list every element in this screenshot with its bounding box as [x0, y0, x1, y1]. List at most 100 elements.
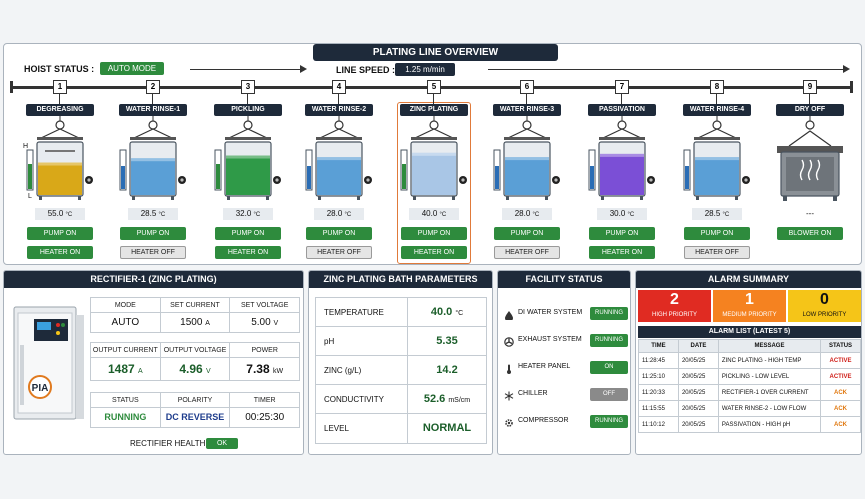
- alarm-msg: ZINC PLATING - HIGH TEMP: [717, 352, 822, 369]
- alarm-time: 11:25:10: [638, 368, 679, 385]
- tank-temperature: 28.0 °C: [502, 208, 552, 220]
- bath-parameter-value-cell: 52.6 mS/cm: [408, 385, 486, 413]
- station-number: 8: [710, 80, 724, 94]
- power-value: 7.38: [246, 362, 270, 376]
- bath-parameter-unit: mS/cm: [448, 397, 471, 404]
- output-current-value: 1487: [107, 362, 135, 376]
- heater-toggle-button[interactable]: HEATER OFF: [684, 246, 750, 259]
- medium-priority-counter[interactable]: 1 MEDIUM PRIORITY: [713, 290, 786, 322]
- station-7[interactable]: 7 PASSIVATION 30.0 °C PUMP ON HEATER ON: [585, 80, 659, 265]
- line-speed-value: 1.25 m/min: [395, 63, 455, 76]
- facility-status-badge[interactable]: RUNNING: [590, 307, 628, 320]
- station-6[interactable]: 6 WATER RINSE-3 28.0 °C PUMP ON HEATER OFF: [490, 80, 564, 265]
- station-9[interactable]: 9 DRY OFF --- BLOWER ON: [773, 80, 847, 265]
- station-5[interactable]: 5 ZINC PLATING 40.0 °C PUMP ON HEATER ON: [397, 80, 471, 265]
- bath-parameter-name: pH: [316, 327, 408, 355]
- heater-toggle-button[interactable]: HEATER ON: [27, 246, 93, 259]
- alarm-time: 11:20:33: [638, 384, 679, 401]
- station-1[interactable]: 1 DEGREASING H L 55.0 °C PUMP ON HEATER ON: [23, 80, 97, 265]
- alarm-column-header: MESSAGE: [717, 339, 822, 353]
- heater-toggle-button[interactable]: HEATER ON: [401, 246, 467, 259]
- heater-toggle-button[interactable]: HEATER ON: [215, 246, 281, 259]
- temperature-unit: °C: [532, 212, 540, 218]
- hoist-hook-icon: [334, 120, 344, 130]
- pump-toggle-button[interactable]: PUMP ON: [27, 227, 93, 240]
- station-number: 6: [520, 80, 534, 94]
- high-priority-counter[interactable]: 2 HIGH PRIORITY: [638, 290, 711, 322]
- heater-toggle-button[interactable]: HEATER OFF: [494, 246, 560, 259]
- gauge-high-label: H: [23, 143, 28, 150]
- alarm-row[interactable]: 11:28:45 20/05/25 ZINC PLATING - HIGH TEMP…: [638, 352, 861, 369]
- pump-toggle-button[interactable]: PUMP ON: [684, 227, 750, 240]
- set-current-value: 1500: [180, 317, 203, 328]
- fan-icon: [504, 334, 514, 352]
- facility-item: EXHAUST SYSTEM RUNNING: [504, 334, 628, 348]
- level-gauge-fill: [590, 166, 594, 189]
- alarm-panel-title: ALARM SUMMARY: [636, 271, 861, 288]
- timer-label: TIMER: [230, 393, 300, 408]
- rectifier-cabinet-image: PIA: [13, 306, 84, 420]
- alarm-row[interactable]: 11:25:10 20/05/25 PICKLING - LOW LEVEL ACTI…: [638, 368, 861, 385]
- high-priority-count: 2: [670, 291, 679, 308]
- facility-status-badge[interactable]: RUNNING: [590, 415, 628, 428]
- status-value: RUNNING: [104, 412, 147, 422]
- tank-liquid: [38, 162, 82, 195]
- level-gauge-fill: [402, 164, 406, 189]
- tank-temperature: 40.0 °C: [409, 208, 459, 220]
- output-current-label: OUTPUT CURRENT: [91, 343, 160, 358]
- pump-toggle-button[interactable]: PUMP ON: [306, 227, 372, 240]
- temperature-unit: °C: [439, 212, 447, 218]
- alarm-status: ACTIVE: [820, 368, 861, 385]
- pump-toggle-button[interactable]: PUMP ON: [401, 227, 467, 240]
- pump-toggle-button[interactable]: PUMP ON: [215, 227, 281, 240]
- tank-temperature: 55.0 °C: [35, 208, 85, 220]
- rectifier-status-grid: STATUS RUNNING POLARITY DC REVERSE TIMER 00…: [90, 392, 300, 428]
- hoist-hook-icon: [522, 120, 532, 130]
- output-current-unit: A: [138, 368, 143, 375]
- facility-status-badge[interactable]: RUNNING: [590, 334, 628, 347]
- temperature-value: 40.0: [421, 209, 438, 218]
- temperature-value: 55.0: [47, 209, 64, 218]
- bath-parameter-name: TEMPERATURE: [316, 298, 408, 326]
- hoist-status-label: HOIST STATUS :: [24, 64, 95, 74]
- blower-toggle-button[interactable]: BLOWER ON: [777, 227, 843, 240]
- temperature-unit: °C: [65, 212, 73, 218]
- heater-toggle-button[interactable]: HEATER OFF: [306, 246, 372, 259]
- pump-toggle-button[interactable]: PUMP ON: [494, 227, 560, 240]
- polarity-value: DC REVERSE: [165, 412, 225, 422]
- station-marker-line: [621, 94, 622, 104]
- page-title: PLATING LINE OVERVIEW: [313, 44, 558, 61]
- facility-panel-title: FACILITY STATUS: [498, 271, 630, 288]
- station-2[interactable]: 2 WATER RINSE-1 28.5 °C PUMP ON HEATER OFF: [116, 80, 190, 265]
- heater-toggle-button[interactable]: HEATER OFF: [120, 246, 186, 259]
- temperature-unit: °C: [158, 212, 166, 218]
- medium-priority-count: 1: [745, 291, 754, 308]
- station-name: PICKLING: [214, 104, 282, 116]
- temperature-value: 28.0: [514, 209, 531, 218]
- hoist-mode-badge[interactable]: AUTO MODE: [100, 62, 164, 75]
- alarm-row[interactable]: 11:20:33 20/05/25 RECTIFIER-1 OVER CURRENT…: [638, 384, 861, 401]
- hoist-hook-icon: [805, 120, 815, 130]
- bath-parameter-value: NORMAL: [422, 422, 472, 434]
- pump-toggle-button[interactable]: PUMP ON: [589, 227, 655, 240]
- medium-priority-label: MEDIUM PRIORITY: [722, 312, 777, 318]
- temperature-value: 28.5: [140, 209, 157, 218]
- hoist-hook-icon: [243, 120, 253, 130]
- alarm-row[interactable]: 11:10:12 20/05/25 PASSIVATION - HIGH pH ACK: [638, 416, 861, 433]
- facility-item-name: HEATER PANEL: [518, 363, 571, 370]
- station-8[interactable]: 8 WATER RINSE-4 28.5 °C PUMP ON HEATER OFF: [680, 80, 754, 265]
- station-4[interactable]: 4 WATER RINSE-2 28.0 °C PUMP ON HEATER OFF: [302, 80, 376, 265]
- alarm-list-title: ALARM LIST (LATEST 5): [638, 326, 861, 338]
- tank-liquid: [131, 158, 175, 195]
- mode-value: AUTO: [111, 317, 140, 328]
- facility-status-badge[interactable]: OFF: [590, 388, 628, 401]
- station-name: WATER RINSE-4: [683, 104, 751, 116]
- pump-toggle-button[interactable]: PUMP ON: [120, 227, 186, 240]
- alarm-row[interactable]: 11:15:55 20/05/25 WATER RINSE-2 - LOW FLOW…: [638, 400, 861, 417]
- station-3[interactable]: 3 PICKLING 32.0 °C PUMP ON HEATER ON: [211, 80, 285, 265]
- direction-arrow-line: [190, 69, 300, 70]
- station-marker-line: [433, 94, 434, 104]
- facility-status-badge[interactable]: ON: [590, 361, 628, 374]
- low-priority-counter[interactable]: 0 LOW PRIORITY: [788, 290, 861, 322]
- heater-toggle-button[interactable]: HEATER ON: [589, 246, 655, 259]
